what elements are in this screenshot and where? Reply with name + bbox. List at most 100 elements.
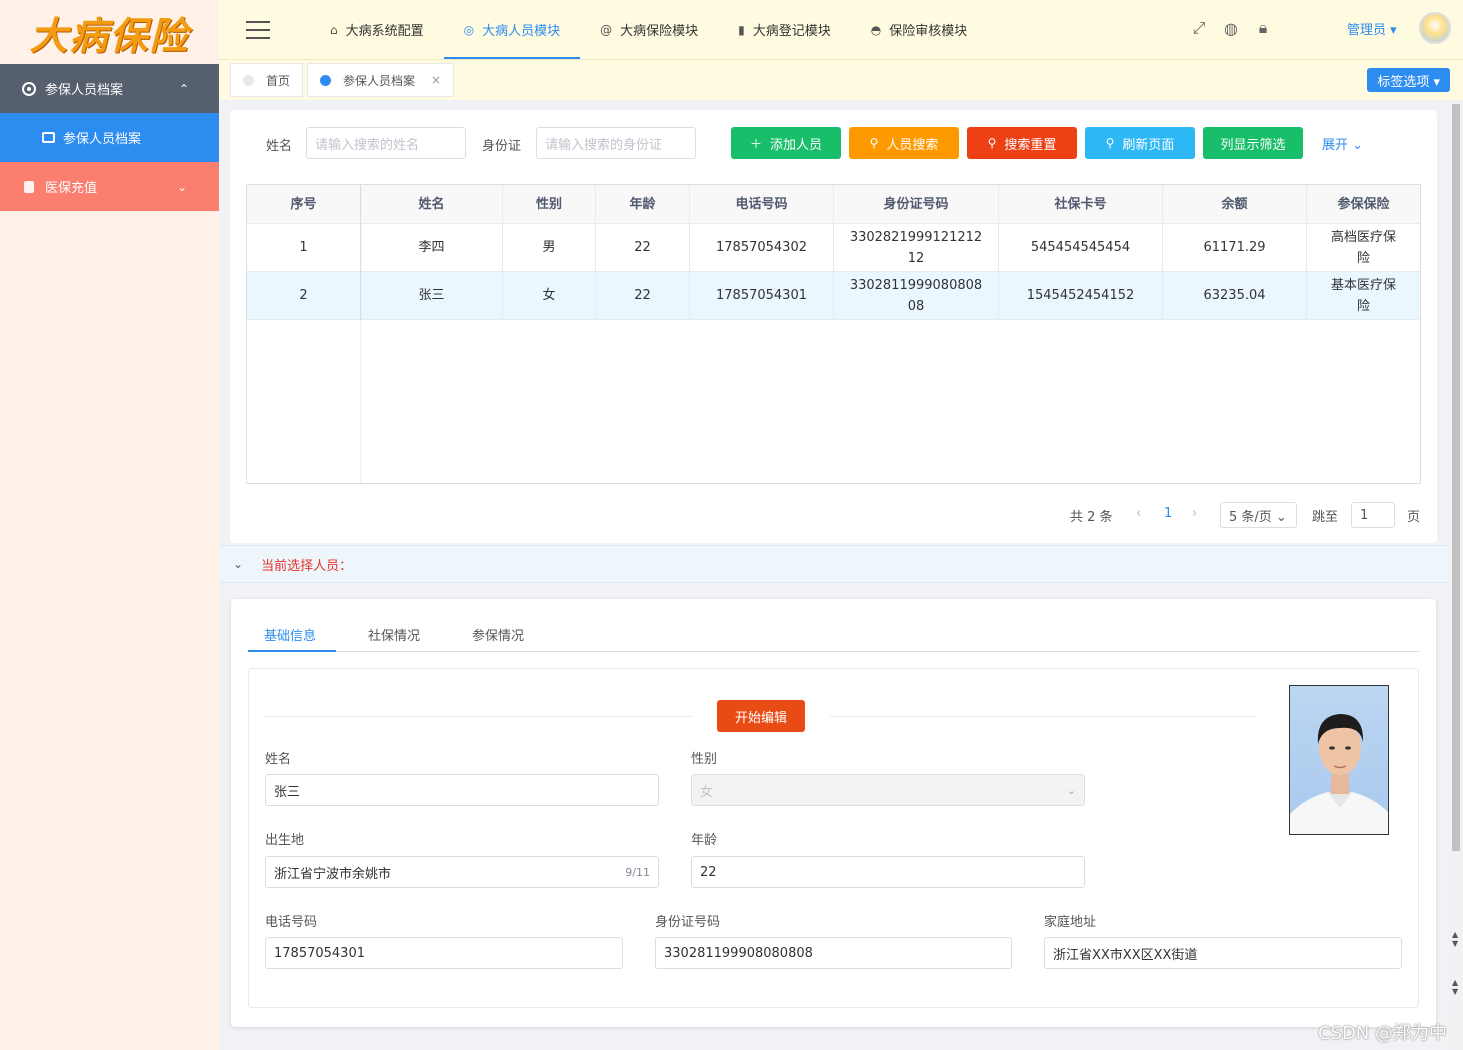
column-header[interactable]: 序号 [247, 185, 361, 223]
name-field[interactable]: 张三 [265, 774, 659, 806]
top-navbar: ⌂ 大病系统配置 ◎ 大病人员模块 @ 大病保险模块 ▮ 大病登记模块 ◓ 保险… [219, 0, 1463, 59]
user-menu[interactable]: 管理员 ▾ [1347, 19, 1397, 38]
idcard-search-input[interactable]: 请输入搜索的身份证 [536, 127, 696, 159]
divider [830, 716, 1257, 717]
add-person-button[interactable]: ＋ 添加人员 [731, 127, 841, 159]
nav-label: 大病登记模块 [752, 24, 831, 39]
table-header: 序号 姓名 性别 年龄 电话号码 身份证号码 社保卡号 余额 参保保险 [247, 185, 1420, 224]
tag-home[interactable]: 首页 [230, 63, 304, 97]
sidebar-group-recharge[interactable]: 医保充值 ⌄ [0, 162, 219, 211]
tag-label: 参保人员档案 [343, 73, 416, 88]
pager-jump-input[interactable]: 1 [1351, 502, 1395, 528]
next-page-icon[interactable]: › [1192, 506, 1197, 521]
table-row[interactable]: 2 张三 女 22 17857054301 3302811999080808 0… [247, 272, 1420, 320]
nav-insurance-module[interactable]: @ 大病保险模块 [580, 0, 718, 59]
name-label: 姓名 [266, 139, 293, 154]
gender-field-label: 性别 [691, 752, 718, 767]
phone-field[interactable]: 17857054301 [265, 937, 623, 969]
table-cell: 63235.04 [1163, 272, 1307, 319]
detail-panel: 基础信息 社保情况 参保情况 开始编辑 姓名 张三 性别 女 ⌄ 出生地 浙江省… [231, 599, 1436, 1027]
page-scrollbar[interactable]: ▲ ▼ ▲ ▼ [1449, 100, 1463, 1050]
personnel-table: 序号 姓名 性别 年龄 电话号码 身份证号码 社保卡号 余额 参保保险 1 李四… [246, 184, 1421, 484]
tag-options-button[interactable]: 标签选项 ▾ [1367, 68, 1450, 92]
idcard-label: 身份证 [482, 139, 522, 154]
tab-social-security[interactable]: 社保情况 [368, 625, 420, 644]
column-header[interactable]: 身份证号码 [834, 185, 999, 223]
search-icon: ⚲ [869, 136, 879, 150]
scroll-arrows-icon[interactable]: ▲ ▼ [1452, 930, 1458, 948]
table-cell: 3302811999080808 08 [834, 272, 999, 319]
birthplace-field[interactable]: 浙江省宁波市余姚市 9/11 [265, 856, 659, 888]
fullscreen-icon[interactable]: ⤢ [1189, 18, 1209, 38]
table-cell: 2 [247, 272, 361, 319]
nav-label: 保险审核模块 [889, 24, 968, 39]
table-cell: 545454545454 [999, 224, 1163, 271]
tag-dot-icon [320, 74, 331, 86]
chevron-down-icon: ⌄ [233, 557, 244, 571]
column-header[interactable]: 年龄 [596, 185, 690, 223]
menu-toggle-icon[interactable] [246, 20, 270, 39]
expand-link[interactable]: 展开 ⌄ [1322, 134, 1363, 153]
tag-insured-archive[interactable]: 参保人员档案 × [307, 63, 455, 97]
sidebar-group-label: 医保充值 [45, 181, 98, 196]
sidebar: 大病保险 参保人员档案 ⌃ 参保人员档案 医保充值 ⌄ [0, 0, 219, 1050]
column-header[interactable]: 电话号码 [690, 185, 834, 223]
nav-personnel-module[interactable]: ◎ 大病人员模块 [443, 0, 581, 59]
pager-current-page[interactable]: 1 [1164, 506, 1172, 521]
table-row[interactable]: 1 李四 男 22 17857054302 3302821999121212 1… [247, 224, 1420, 272]
settings-icon: ◎ [463, 22, 475, 37]
tab-insurance[interactable]: 参保情况 [472, 625, 524, 644]
start-edit-button[interactable]: 开始编辑 [717, 700, 805, 732]
page-size-select[interactable]: 5 条/页 ⌄ [1220, 502, 1297, 528]
scroll-arrows-icon[interactable]: ▲ ▼ [1452, 978, 1458, 996]
column-header[interactable]: 社保卡号 [999, 185, 1163, 223]
age-field-label: 年龄 [691, 833, 718, 848]
book-icon: ▮ [738, 22, 745, 37]
column-header[interactable]: 性别 [503, 185, 596, 223]
pager-jump-label: 跳至 [1312, 510, 1339, 525]
nav-system-config[interactable]: ⌂ 大病系统配置 [310, 0, 444, 59]
nav-audit-module[interactable]: ◓ 保险审核模块 [851, 0, 988, 59]
column-header[interactable]: 余额 [1163, 185, 1307, 223]
tab-basic-info[interactable]: 基础信息 [264, 625, 316, 644]
divider [265, 716, 692, 717]
address-field-label: 家庭地址 [1044, 915, 1097, 930]
table-cell: 61171.29 [1163, 224, 1307, 271]
person-photo [1289, 685, 1389, 835]
selected-person-header[interactable]: ⌄ 当前选择人员： [219, 545, 1448, 583]
scrollbar-thumb[interactable] [1452, 104, 1460, 851]
gender-value: 女 [700, 784, 714, 800]
table-cell: 1545452454152 [999, 272, 1163, 319]
column-header[interactable]: 参保保险 [1307, 185, 1420, 223]
app-root: 大病保险 参保人员档案 ⌃ 参保人员档案 医保充值 ⌄ ⌂ 大病系统配置 ◎ 大… [0, 0, 1463, 1050]
name-search-input[interactable]: 请输入搜索的姓名 [306, 127, 466, 159]
list-card: 姓名 请输入搜索的姓名 身份证 请输入搜索的身份证 ＋ 添加人员 ⚲ 人员搜索 ⚲ 搜… [230, 110, 1437, 543]
sidebar-group-insured-archive[interactable]: 参保人员档案 ⌃ [0, 64, 219, 113]
search-person-button[interactable]: ⚲ 人员搜索 [849, 127, 959, 159]
lock-icon[interactable]: 🔒︎ [1253, 18, 1273, 38]
sidebar-item-insured-archive[interactable]: 参保人员档案 [0, 113, 219, 162]
close-icon[interactable]: × [431, 73, 441, 87]
address-field[interactable]: 浙江省XX市XX区XX街道 [1044, 937, 1402, 969]
tag-label: 首页 [266, 73, 291, 88]
refresh-page-button[interactable]: ⚲ 刷新页面 [1085, 127, 1195, 159]
chart-icon [42, 132, 55, 143]
avatar[interactable] [1419, 12, 1451, 44]
prev-page-icon[interactable]: ‹ [1136, 506, 1141, 521]
table-cell: 22 [596, 224, 690, 271]
app-logo[interactable]: 大病保险 [0, 0, 219, 64]
table-cell: 22 [596, 272, 690, 319]
idcard-field[interactable]: 330281199908080808 [655, 937, 1012, 969]
column-filter-button[interactable]: 列显示筛选 [1203, 127, 1303, 159]
idcard-field-label: 身份证号码 [655, 915, 721, 930]
column-header[interactable]: 姓名 [361, 185, 503, 223]
gender-select[interactable]: 女 ⌄ [691, 774, 1085, 806]
nav-register-module[interactable]: ▮ 大病登记模块 [718, 0, 851, 59]
globe-icon[interactable]: ◍ [1221, 18, 1241, 38]
reset-search-button[interactable]: ⚲ 搜索重置 [967, 127, 1077, 159]
home-icon: ⌂ [330, 22, 338, 37]
name-field-label: 姓名 [265, 752, 292, 767]
chevron-down-icon: ⌄ [1066, 783, 1076, 797]
nav-label: 大病保险模块 [620, 24, 699, 39]
age-field[interactable]: 22 [691, 856, 1085, 888]
